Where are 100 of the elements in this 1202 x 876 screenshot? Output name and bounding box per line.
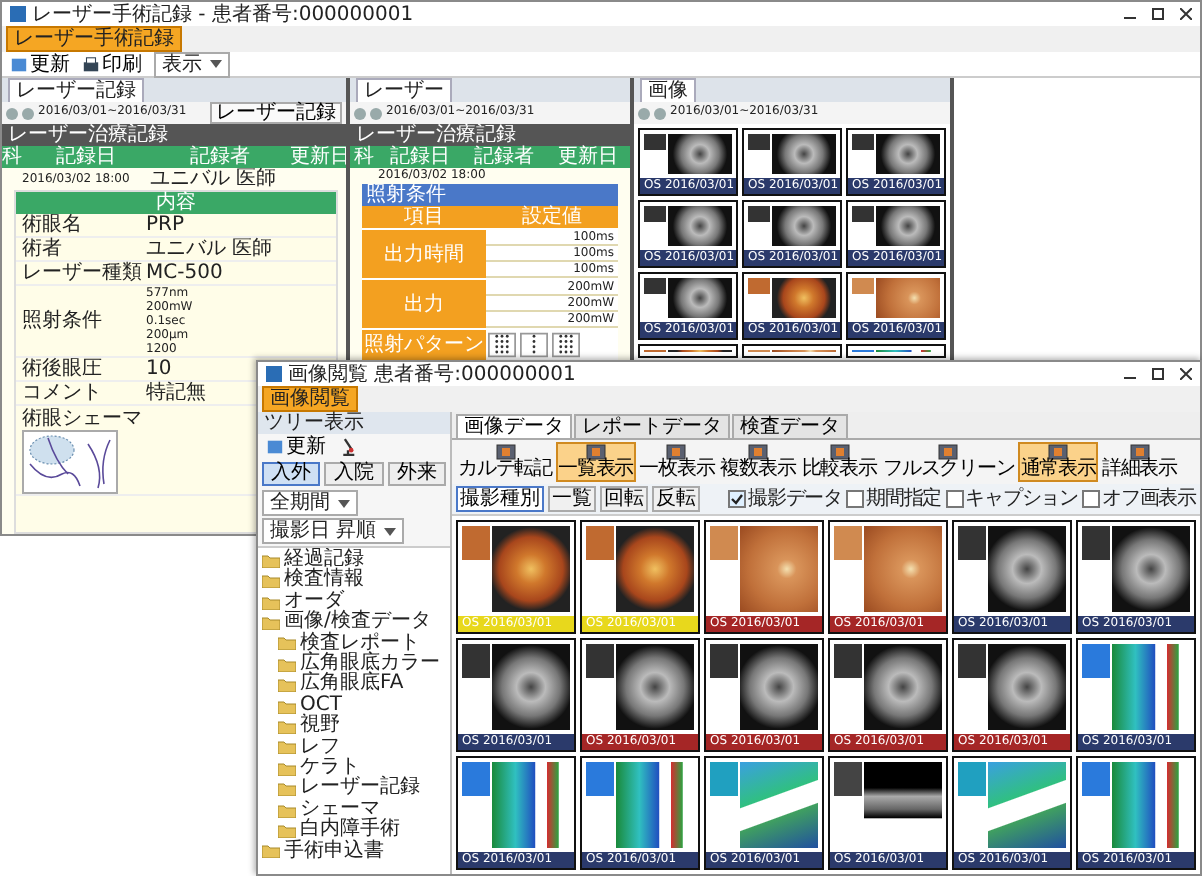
oct-3d-placeholder	[954, 758, 1070, 852]
column-header: 記録日	[388, 146, 452, 168]
tab[interactable]: 回転	[600, 486, 648, 512]
dot-pattern-icon[interactable]	[520, 332, 548, 358]
tab[interactable]: 入外	[262, 462, 321, 486]
tree-item[interactable]: レーザー記録	[278, 778, 446, 800]
filter-button[interactable]: レーザー記録	[210, 102, 342, 124]
form-title: 照射条件	[362, 184, 618, 206]
tab[interactable]: 一覧	[548, 486, 596, 512]
tab[interactable]: 外来	[387, 462, 446, 486]
close-icon[interactable]	[1180, 8, 1192, 20]
tree-item[interactable]: 白内障手術	[278, 820, 446, 842]
tree-item[interactable]: 検査情報	[262, 570, 446, 592]
toolbar-button[interactable]: 詳細表示	[1099, 442, 1179, 482]
parameter-label: 出力	[404, 293, 444, 315]
tree-item[interactable]: 手術申込書	[262, 841, 446, 863]
view-mode-icon	[495, 444, 515, 460]
sort-dropdown[interactable]: 撮影日 昇順	[262, 518, 405, 544]
caret-icon	[384, 527, 397, 535]
tab[interactable]: 撮影種別	[456, 486, 544, 512]
app-icon	[10, 6, 26, 22]
dot-pattern-icon[interactable]	[488, 332, 516, 358]
oct-scan-placeholder	[830, 758, 946, 852]
angiogram-photo-placeholder	[744, 202, 840, 250]
oct-map-placeholder	[1078, 758, 1194, 852]
field-value: ユニバル 医師	[146, 238, 273, 260]
record-author: ユニバル 医師	[150, 168, 279, 190]
angiogram-photo-placeholder	[582, 640, 698, 734]
pane-tab[interactable]: レーザー	[356, 78, 452, 102]
tree-item[interactable]: 画像/検査データ	[262, 612, 446, 634]
caret-icon	[210, 60, 222, 68]
app-tab[interactable]: 画像閲覧	[262, 386, 358, 412]
angiogram-photo-placeholder	[744, 130, 840, 178]
app-tab[interactable]: レーザー手術記録	[6, 26, 182, 52]
toolbar-button[interactable]: 一覧表示	[556, 442, 636, 482]
thumbnail-card[interactable]	[742, 344, 842, 358]
checkbox-label: 撮影データ	[747, 488, 842, 510]
tab[interactable]: 検査データ	[732, 414, 848, 438]
view-mode-icon	[748, 444, 769, 460]
toolbar-button[interactable]: 印刷	[82, 53, 142, 75]
period-dropdown[interactable]: 全期間	[262, 490, 358, 516]
refresh-button[interactable]: 更新	[266, 436, 326, 458]
tree-item[interactable]: レフ	[278, 737, 446, 759]
column-header: 設定値	[520, 206, 584, 228]
microscope-icon[interactable]	[338, 436, 358, 458]
fundus-photo-placeholder	[458, 522, 574, 616]
pane-tab[interactable]: 画像	[640, 78, 696, 102]
maximize-icon[interactable]	[1152, 368, 1164, 380]
window-title: 画像閲覧 患者番号:000000001	[288, 363, 576, 385]
checkbox[interactable]	[1081, 490, 1100, 508]
angiogram-photo-placeholder	[1078, 522, 1194, 616]
angiogram-photo-placeholder	[830, 640, 946, 734]
view-mode-icon	[938, 444, 959, 460]
maximize-icon[interactable]	[1152, 8, 1164, 20]
view-mode-icon	[585, 444, 606, 460]
field-label: レーザー種類	[22, 262, 142, 284]
tab[interactable]: 画像データ	[456, 414, 572, 438]
section-title: レーザー治療記録	[2, 124, 346, 146]
field-label: 術眼シェーマ	[22, 408, 142, 430]
column-header: 項目	[402, 206, 446, 228]
column-header: 科	[2, 146, 22, 168]
field-value: MC-500	[146, 262, 223, 284]
eye-schema-drawing	[22, 430, 118, 494]
tab[interactable]: レポートデータ	[574, 414, 730, 438]
view-mode-icon	[666, 444, 687, 460]
angiogram-photo-placeholder	[640, 202, 736, 250]
tree-item[interactable]: 広角眼底FA	[278, 674, 446, 696]
panel-title: ツリー表示	[258, 412, 450, 434]
toolbar-button[interactable]: 一枚表示	[637, 442, 717, 482]
view-dropdown[interactable]: 表示	[154, 51, 230, 77]
toolbar-button[interactable]: 更新	[10, 53, 70, 75]
tree-item[interactable]: 視野	[278, 716, 446, 738]
toolbar-button[interactable]: カルテ転記	[456, 442, 555, 482]
oct-map-placeholder	[458, 758, 574, 852]
checkbox[interactable]	[727, 490, 746, 508]
checkbox[interactable]	[945, 490, 964, 508]
column-header: 記録者	[188, 146, 252, 168]
app-icon	[266, 366, 282, 382]
dot-pattern-icon[interactable]	[552, 332, 580, 358]
toolbar-button[interactable]: 比較表示	[799, 442, 879, 482]
toolbar-button[interactable]: フルスクリーン	[880, 442, 1017, 482]
field-label: 照射条件	[22, 310, 102, 332]
fundus-photo-placeholder	[640, 346, 736, 356]
toolbar-button[interactable]: 複数表示	[718, 442, 798, 482]
content-title: 内容	[16, 192, 336, 214]
close-icon[interactable]	[1180, 368, 1192, 380]
column-header: 記録者	[472, 146, 536, 168]
thumbnail-card[interactable]	[638, 344, 738, 358]
fundus-photo-placeholder	[830, 522, 946, 616]
checkbox-label: オフ画表示	[1101, 488, 1196, 510]
column-header: 更新日	[556, 146, 620, 168]
fundus-photo-placeholder	[744, 274, 840, 322]
tab[interactable]: 反転	[652, 486, 700, 512]
tab[interactable]: 入院	[324, 462, 384, 486]
angiogram-photo-placeholder	[954, 640, 1070, 734]
checkbox[interactable]	[845, 490, 864, 508]
angiogram-photo-placeholder	[848, 202, 944, 250]
pane-tab[interactable]: レーザー記録	[8, 78, 144, 102]
thumbnail-card[interactable]	[846, 344, 946, 358]
toolbar-button[interactable]: 通常表示	[1018, 442, 1098, 482]
